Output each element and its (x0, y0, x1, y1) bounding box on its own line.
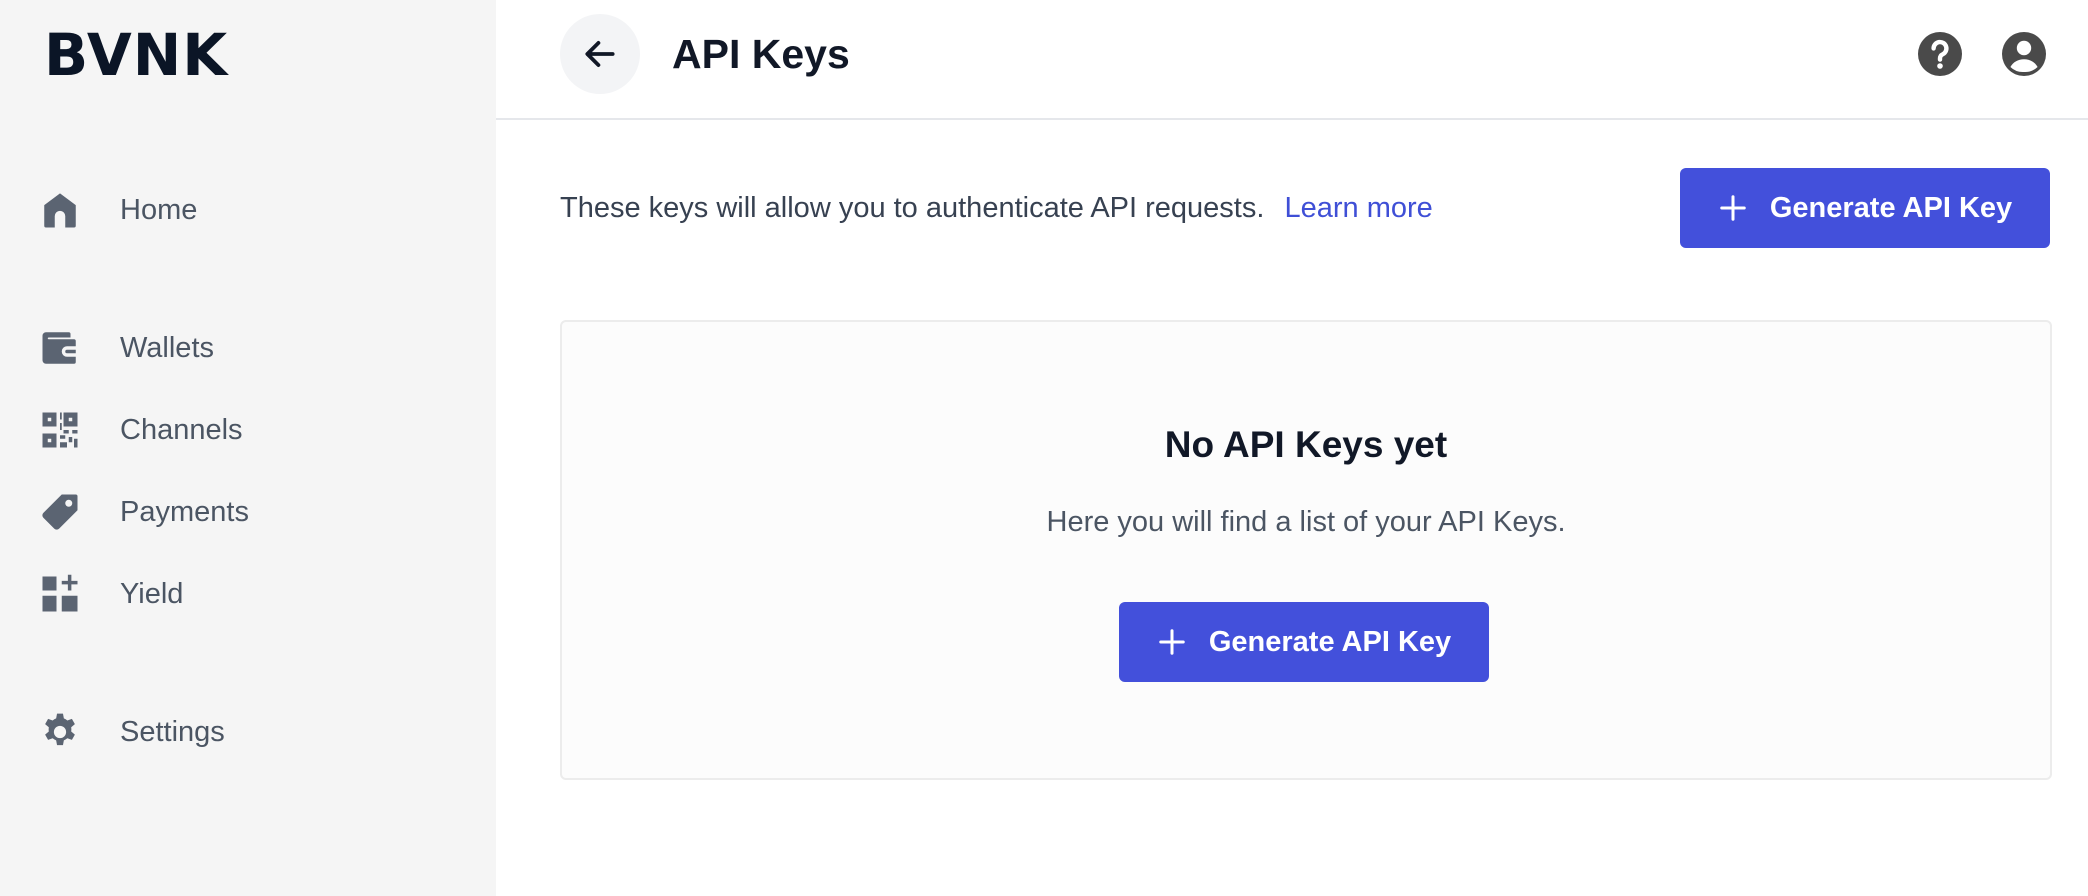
help-circle-icon (1918, 32, 1962, 76)
empty-state-title: No API Keys yet (1164, 424, 1448, 465)
sidebar-item-label: Home (120, 193, 198, 226)
generate-api-key-button[interactable]: Generate API Key (1680, 168, 2050, 248)
arrow-left-icon (585, 41, 615, 67)
home-icon (38, 188, 82, 232)
top-bar: API Keys (496, 0, 2088, 120)
intro-description: These keys will allow you to authenticat… (560, 192, 1265, 224)
main-content: API Keys These keys will allow you to au… (496, 0, 2088, 896)
help-button[interactable] (1916, 30, 1964, 78)
generate-api-key-label: Generate API Key (1769, 191, 2013, 224)
empty-state-card: No API Keys yet Here you will find a lis… (560, 320, 2052, 780)
sidebar-item-channels[interactable]: Channels (38, 402, 458, 458)
empty-state-subtitle: Here you will find a list of your API Ke… (1046, 506, 1566, 538)
sidebar-item-label: Yield (120, 577, 184, 610)
intro-row: These keys will allow you to authenticat… (560, 168, 2050, 248)
sidebar-item-label: Channels (120, 413, 243, 446)
sidebar-item-wallets[interactable]: Wallets (38, 320, 458, 376)
sidebar-item-yield[interactable]: Yield (38, 566, 458, 622)
plus-icon (1720, 195, 1746, 221)
sidebar-item-label: Payments (120, 495, 249, 528)
user-circle-icon (2002, 32, 2046, 76)
tag-icon (38, 490, 82, 534)
app-root: BVNK Home Wallets Channels Payments Yiel… (0, 0, 2088, 896)
gear-icon (38, 710, 82, 754)
sidebar-item-label: Settings (120, 715, 225, 748)
page-title: API Keys (672, 31, 850, 77)
qr-grid-icon (38, 408, 82, 452)
sidebar-item-settings[interactable]: Settings (38, 704, 458, 760)
sidebar-item-label: Wallets (120, 331, 214, 364)
back-button[interactable] (560, 14, 640, 94)
account-button[interactable] (2000, 30, 2048, 78)
grid-plus-icon (38, 572, 82, 616)
intro-text: These keys will allow you to authenticat… (560, 190, 1433, 226)
wallet-icon (38, 326, 82, 370)
plus-icon (1159, 629, 1185, 655)
empty-state-generate-label: Generate API Key (1208, 625, 1452, 658)
brand-logo[interactable]: BVNK (44, 22, 228, 88)
sidebar-item-home[interactable]: Home (38, 182, 458, 238)
sidebar: BVNK Home Wallets Channels Payments Yiel… (0, 0, 496, 896)
sidebar-item-payments[interactable]: Payments (38, 484, 458, 540)
learn-more-link[interactable]: Learn more (1285, 192, 1433, 224)
empty-state-generate-button[interactable]: Generate API Key (1119, 602, 1489, 682)
